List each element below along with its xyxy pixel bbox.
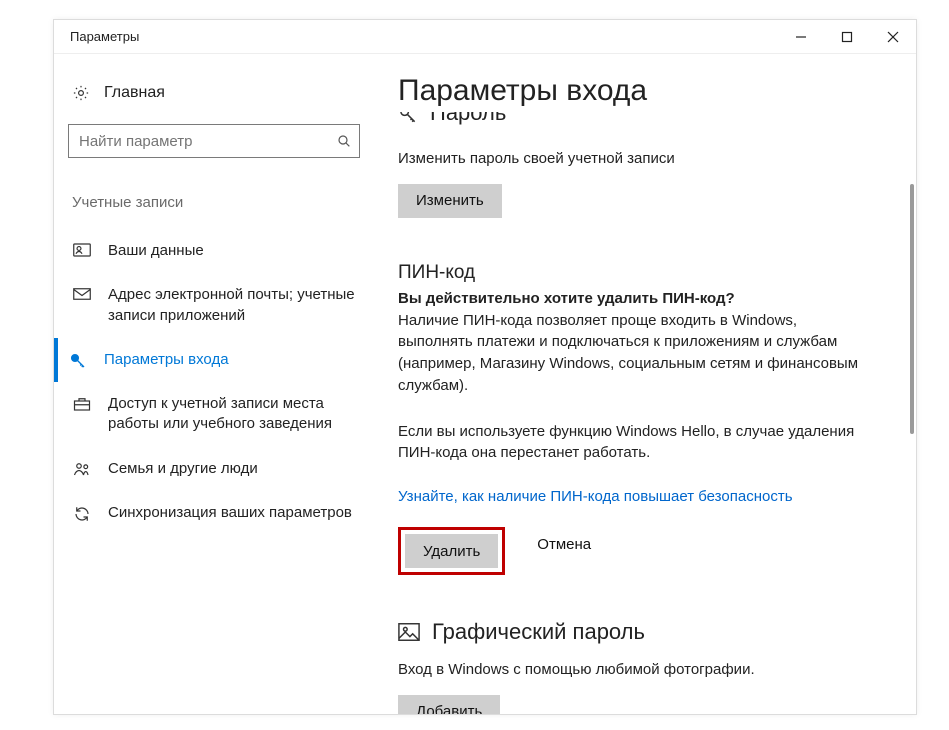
delete-highlight: Удалить [398, 527, 505, 575]
sidebar-item-label: Синхронизация ваших параметров [108, 503, 352, 523]
pin-confirm-question: Вы действительно хотите удалить ПИН-код? [398, 288, 890, 310]
titlebar: Параметры [54, 20, 916, 54]
delete-pin-button[interactable]: Удалить [405, 534, 498, 568]
sidebar-item-label: Параметры входа [104, 350, 229, 370]
cancel-button[interactable]: Отмена [519, 527, 609, 561]
search-box[interactable] [68, 124, 360, 158]
person-card-icon [72, 241, 92, 257]
sync-icon [72, 503, 92, 523]
sidebar-item-your-info[interactable]: Ваши данные [68, 229, 378, 273]
pin-learn-more-link[interactable]: Узнайте, как наличие ПИН-кода повышает б… [398, 488, 890, 505]
home-label: Главная [104, 84, 165, 102]
home-link[interactable]: Главная [68, 78, 378, 110]
sidebar-item-label: Доступ к учетной записи места работы или… [108, 394, 372, 435]
sidebar-item-label: Адрес электронной почты; учетные записи … [108, 285, 372, 326]
sidebar-item-label: Семья и другие люди [108, 459, 258, 479]
close-button[interactable] [870, 20, 916, 54]
password-heading-row: Пароль [398, 112, 890, 134]
picture-password-heading: Графический пароль [432, 619, 645, 645]
search-input[interactable] [68, 124, 360, 158]
window-title: Параметры [70, 29, 139, 44]
gear-icon [72, 84, 90, 102]
sidebar-item-work-school[interactable]: Доступ к учетной записи места работы или… [68, 382, 378, 447]
sidebar-item-label: Ваши данные [108, 241, 204, 261]
sidebar-item-sync[interactable]: Синхронизация ваших параметров [68, 491, 378, 535]
settings-window: Параметры Главная [53, 19, 917, 715]
pin-hello-note: Если вы используете функцию Windows Hell… [398, 421, 858, 465]
window-controls [778, 20, 916, 54]
picture-password-heading-row: Графический пароль [398, 619, 890, 645]
password-desc: Изменить пароль своей учетной записи [398, 148, 890, 170]
briefcase-icon [72, 394, 92, 412]
page-title: Параметры входа [398, 74, 890, 108]
mail-icon [72, 285, 92, 301]
key-icon [398, 113, 418, 133]
category-label: Учетные записи [68, 194, 378, 211]
add-picture-password-button[interactable]: Добавить [398, 695, 500, 714]
sidebar-item-signin-options[interactable]: Параметры входа [54, 338, 378, 382]
minimize-button[interactable] [778, 20, 824, 54]
pin-desc: Наличие ПИН-кода позволяет проще входить… [398, 310, 858, 397]
sidebar-item-email-accounts[interactable]: Адрес электронной почты; учетные записи … [68, 273, 378, 338]
people-icon [72, 459, 92, 477]
picture-password-desc: Вход в Windows с помощью любимой фотогра… [398, 659, 890, 681]
scrollbar[interactable] [910, 184, 914, 434]
change-password-button[interactable]: Изменить [398, 184, 502, 218]
key-icon [68, 350, 88, 370]
main-content: Параметры входа Пароль Изменить пароль с… [392, 54, 916, 714]
maximize-button[interactable] [824, 20, 870, 54]
nav: Ваши данные Адрес электронной почты; уче… [68, 229, 378, 535]
picture-icon [398, 622, 420, 642]
search-icon [336, 133, 352, 149]
pin-heading: ПИН-код [398, 262, 890, 284]
password-heading: Пароль [430, 112, 506, 126]
sidebar-item-family[interactable]: Семья и другие люди [68, 447, 378, 491]
sidebar: Главная Учетные записи [54, 54, 392, 714]
